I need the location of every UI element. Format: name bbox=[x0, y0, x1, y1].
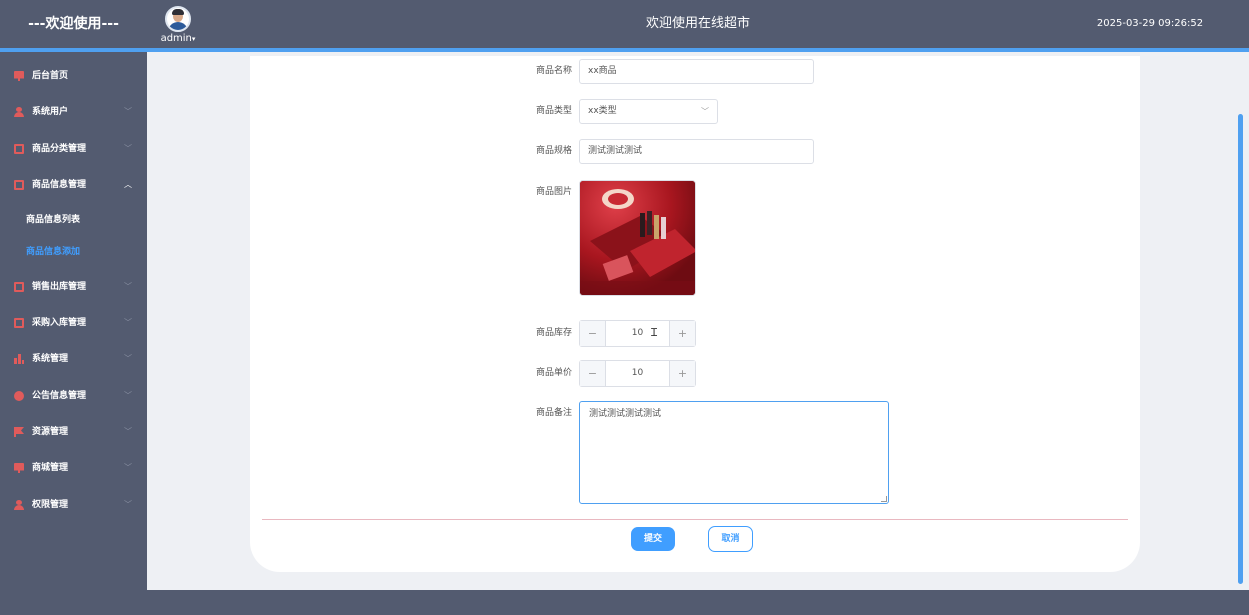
user-icon bbox=[14, 107, 24, 117]
chart-icon bbox=[14, 180, 24, 190]
sidebar-item-product-info-management[interactable]: 商品信息管理 ︿ bbox=[0, 171, 147, 199]
flag-icon bbox=[14, 427, 24, 437]
sidebar-item-label: 商品信息管理 bbox=[32, 180, 87, 190]
product-remark-value: 测试测试测试测试 bbox=[589, 409, 662, 419]
product-price-label: 商品单价 bbox=[535, 368, 572, 378]
sidebar-item-label: 公告信息管理 bbox=[32, 391, 87, 401]
product-image-upload[interactable] bbox=[579, 180, 696, 296]
sidebar-item-label: 采购入库管理 bbox=[32, 318, 87, 328]
sidebar-item-permissions[interactable]: 权限管理 ﹀ bbox=[0, 491, 147, 519]
chevron-down-icon: ﹀ bbox=[124, 391, 132, 400]
sidebar-item-system-users[interactable]: 系统用户 ﹀ bbox=[0, 98, 147, 126]
chevron-down-icon: ﹀ bbox=[124, 463, 132, 472]
chart-icon bbox=[14, 144, 24, 154]
chevron-down-icon: ﹀ bbox=[124, 318, 132, 327]
sidebar-item-sales-outbound[interactable]: 销售出库管理 ﹀ bbox=[0, 273, 147, 301]
chevron-down-icon: ﹀ bbox=[124, 427, 132, 436]
text-cursor-icon: Ɪ bbox=[651, 326, 658, 339]
scrollbar-thumb[interactable] bbox=[1238, 114, 1243, 584]
cancel-button[interactable]: 取消 bbox=[708, 526, 753, 552]
price-decrease-button[interactable]: − bbox=[580, 361, 606, 386]
product-name-label: 商品名称 bbox=[535, 66, 572, 76]
sidebar-item-resources[interactable]: 资源管理 ﹀ bbox=[0, 418, 147, 446]
product-name-input[interactable]: xx商品 bbox=[579, 59, 814, 84]
page-scrollbar[interactable] bbox=[1238, 56, 1245, 586]
monitor-icon bbox=[14, 463, 24, 473]
user-menu[interactable]: admin▾ bbox=[158, 6, 198, 44]
chart-icon bbox=[14, 318, 24, 328]
product-remark-label: 商品备注 bbox=[535, 408, 572, 418]
sidebar-item-label: 权限管理 bbox=[32, 500, 69, 510]
welcome-text: ---欢迎使用--- bbox=[28, 16, 119, 32]
username: admin bbox=[160, 33, 192, 44]
sidebar-item-label: 销售出库管理 bbox=[32, 282, 87, 292]
caret-down-icon: ▾ bbox=[191, 35, 196, 43]
product-spec-input[interactable]: 测试测试测试 bbox=[579, 139, 814, 164]
sidebar-item-label: 商城管理 bbox=[32, 463, 69, 473]
username-dropdown[interactable]: admin▾ bbox=[158, 33, 198, 44]
sidebar-item-category-management[interactable]: 商品分类管理 ﹀ bbox=[0, 135, 147, 163]
chevron-down-icon: ﹀ bbox=[124, 354, 132, 363]
stock-increase-button[interactable]: + bbox=[669, 321, 695, 346]
sidebar-item-label: 资源管理 bbox=[32, 427, 69, 437]
footer-band bbox=[147, 590, 1249, 615]
sidebar-item-announcement[interactable]: 公告信息管理 ﹀ bbox=[0, 382, 147, 410]
sidebar-item-system-management[interactable]: 系统管理 ﹀ bbox=[0, 345, 147, 373]
product-spec-label: 商品规格 bbox=[535, 146, 572, 156]
top-bar: ---欢迎使用--- admin▾ 欢迎使用在线超市 2025-03-29 09… bbox=[0, 0, 1249, 52]
datetime: 2025-03-29 09:26:52 bbox=[1096, 18, 1204, 29]
chevron-down-icon: ﹀ bbox=[124, 282, 132, 291]
product-price-stepper: − 10 + bbox=[579, 360, 696, 387]
app-title: 欢迎使用在线超市 bbox=[645, 16, 750, 31]
product-type-label: 商品类型 bbox=[535, 106, 572, 116]
sidebar-item-purchase-inbound[interactable]: 采购入库管理 ﹀ bbox=[0, 309, 147, 337]
sidebar-subitem-product-add[interactable]: 商品信息添加 bbox=[26, 240, 80, 264]
avatar[interactable] bbox=[165, 6, 191, 32]
bar-chart-icon bbox=[14, 354, 24, 364]
user-icon bbox=[14, 500, 24, 510]
chevron-up-icon: ︿ bbox=[124, 180, 132, 189]
chevron-down-icon: ﹀ bbox=[124, 500, 132, 509]
chevron-down-icon: ﹀ bbox=[701, 107, 709, 116]
stock-value-input[interactable]: 10 bbox=[606, 321, 669, 346]
sidebar-item-mall[interactable]: 商城管理 ﹀ bbox=[0, 454, 147, 482]
sidebar-item-label: 系统管理 bbox=[32, 354, 69, 364]
stock-decrease-button[interactable]: − bbox=[580, 321, 606, 346]
chevron-down-icon: ﹀ bbox=[124, 144, 132, 153]
price-value-input[interactable]: 10 bbox=[606, 361, 669, 386]
chart-icon bbox=[14, 282, 24, 292]
product-image bbox=[580, 181, 695, 295]
resize-handle-icon[interactable] bbox=[881, 496, 887, 502]
price-increase-button[interactable]: + bbox=[669, 361, 695, 386]
product-remark-textarea[interactable]: 测试测试测试测试 bbox=[579, 401, 889, 504]
alert-icon bbox=[14, 391, 24, 401]
monitor-icon bbox=[14, 71, 24, 81]
sidebar-item-label: 系统用户 bbox=[32, 107, 69, 117]
sidebar-item-label: 后台首页 bbox=[32, 71, 69, 81]
product-image-label: 商品图片 bbox=[535, 187, 572, 197]
sidebar-subitem-product-list[interactable]: 商品信息列表 bbox=[26, 208, 80, 232]
product-stock-stepper: − 10 + bbox=[579, 320, 696, 347]
sidebar: 后台首页 系统用户 ﹀ 商品分类管理 ﹀ 商品信息管理 ︿ 商品信息列表 商品信… bbox=[0, 52, 147, 615]
chevron-down-icon: ﹀ bbox=[124, 107, 132, 116]
sidebar-item-label: 商品分类管理 bbox=[32, 144, 87, 154]
submit-button[interactable]: 提交 bbox=[631, 527, 675, 551]
product-type-select[interactable]: xx类型 ﹀ bbox=[579, 99, 718, 124]
form-divider bbox=[262, 519, 1128, 520]
product-stock-label: 商品库存 bbox=[535, 328, 572, 338]
sidebar-item-home[interactable]: 后台首页 bbox=[0, 62, 147, 90]
product-type-value: xx类型 bbox=[588, 106, 617, 116]
